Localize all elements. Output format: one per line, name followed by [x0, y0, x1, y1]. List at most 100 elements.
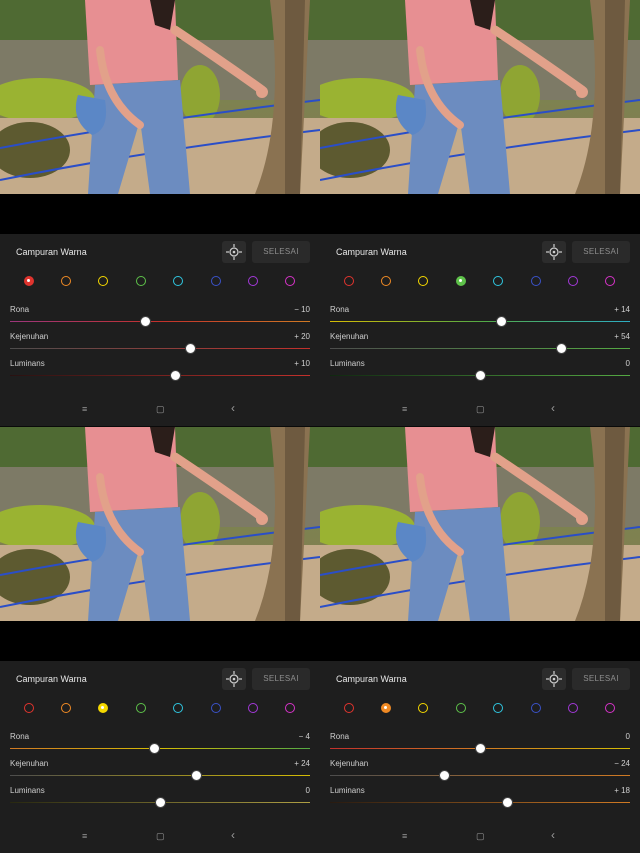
slider-label-0: Rona	[330, 305, 350, 314]
menu-nav-icon[interactable]: ≡	[402, 831, 407, 841]
slider-value-1: − 24	[614, 759, 630, 768]
target-adjust-button[interactable]	[542, 241, 566, 263]
color-swatch-orange[interactable]	[381, 703, 391, 713]
color-swatch-green[interactable]	[136, 276, 146, 286]
slider-track-0[interactable]	[330, 321, 630, 322]
color-swatch-blue[interactable]	[211, 276, 221, 286]
slider-track-2[interactable]	[330, 802, 630, 803]
color-swatch-orange[interactable]	[381, 276, 391, 286]
slider-thumb-2[interactable]	[474, 370, 486, 381]
slider-track-2[interactable]	[10, 375, 310, 376]
color-swatch-yellow[interactable]	[418, 703, 428, 713]
color-swatch-red[interactable]	[344, 703, 354, 713]
photo-letterbox	[0, 621, 320, 661]
photo-image	[0, 0, 320, 194]
slider-thumb-1[interactable]	[190, 770, 202, 781]
menu-nav-icon[interactable]: ≡	[82, 404, 87, 414]
color-swatch-red[interactable]	[24, 276, 34, 286]
home-nav-icon[interactable]: ▢	[476, 404, 485, 415]
color-swatch-magenta[interactable]	[285, 703, 295, 713]
target-icon	[546, 671, 562, 687]
slider-label-1: Kejenuhan	[330, 332, 369, 341]
color-swatch-aqua[interactable]	[493, 703, 503, 713]
done-button[interactable]: SELESAI	[252, 668, 310, 690]
done-button[interactable]: SELESAI	[572, 668, 630, 690]
color-mix-panel: Campuran Warna SELESAI Rona + 14 Kejenuha…	[320, 234, 640, 398]
slider-track-1[interactable]	[10, 348, 310, 349]
target-icon	[226, 244, 242, 260]
slider-track-0[interactable]	[10, 321, 310, 322]
slider-track-1[interactable]	[10, 775, 310, 776]
color-swatch-aqua[interactable]	[173, 703, 183, 713]
color-swatch-purple[interactable]	[568, 276, 578, 286]
target-icon	[546, 244, 562, 260]
target-adjust-button[interactable]	[222, 668, 246, 690]
done-button[interactable]: SELESAI	[252, 241, 310, 263]
slider-thumb-2[interactable]	[154, 797, 166, 808]
color-swatch-green[interactable]	[456, 276, 466, 286]
back-nav-icon[interactable]: ‹	[231, 828, 235, 842]
slider-thumb-0[interactable]	[474, 743, 486, 754]
slider-label-1: Kejenuhan	[10, 759, 49, 768]
slider-value-0: − 10	[294, 305, 310, 314]
slider-thumb-1[interactable]	[438, 770, 450, 781]
slider-value-2: + 18	[614, 786, 630, 795]
slider-track-0[interactable]	[10, 748, 310, 749]
slider-value-2: 0	[625, 359, 630, 368]
target-adjust-button[interactable]	[222, 241, 246, 263]
home-nav-icon[interactable]: ▢	[156, 831, 165, 842]
color-swatch-blue[interactable]	[531, 703, 541, 713]
color-swatch-yellow[interactable]	[98, 276, 108, 286]
color-swatch-blue[interactable]	[531, 276, 541, 286]
color-swatch-magenta[interactable]	[605, 276, 615, 286]
color-swatch-yellow[interactable]	[418, 276, 428, 286]
slider-label-1: Kejenuhan	[330, 759, 369, 768]
color-swatch-purple[interactable]	[568, 703, 578, 713]
slider-thumb-1[interactable]	[184, 343, 196, 354]
slider-label-1: Kejenuhan	[10, 332, 49, 341]
slider-label-2: Luminans	[330, 786, 365, 795]
color-mix-panel: Campuran Warna SELESAI Rona − 10 Kejenuha…	[0, 234, 320, 398]
color-swatch-aqua[interactable]	[493, 276, 503, 286]
color-swatch-purple[interactable]	[248, 276, 258, 286]
back-nav-icon[interactable]: ‹	[551, 401, 555, 415]
photo-preview	[0, 427, 320, 621]
slider-track-1[interactable]	[330, 348, 630, 349]
editor-screen: Campuran Warna SELESAI Rona 0 Kejenuhan −…	[320, 427, 640, 853]
color-swatch-aqua[interactable]	[173, 276, 183, 286]
slider-thumb-0[interactable]	[495, 316, 507, 327]
slider-thumb-0[interactable]	[139, 316, 151, 327]
color-swatch-blue[interactable]	[211, 703, 221, 713]
home-nav-icon[interactable]: ▢	[476, 831, 485, 842]
done-button[interactable]: SELESAI	[572, 241, 630, 263]
menu-nav-icon[interactable]: ≡	[402, 404, 407, 414]
photo-letterbox	[0, 194, 320, 234]
editor-screen: Campuran Warna SELESAI Rona − 4 Kejenuhan…	[0, 427, 320, 853]
slider-thumb-0[interactable]	[148, 743, 160, 754]
color-swatch-green[interactable]	[456, 703, 466, 713]
panel-title: Campuran Warna	[336, 674, 407, 684]
slider-thumb-2[interactable]	[169, 370, 181, 381]
photo-image	[320, 0, 640, 194]
slider-track-1[interactable]	[330, 775, 630, 776]
target-adjust-button[interactable]	[542, 668, 566, 690]
slider-thumb-1[interactable]	[555, 343, 567, 354]
slider-value-2: 0	[305, 786, 310, 795]
color-swatch-yellow[interactable]	[98, 703, 108, 713]
color-swatch-magenta[interactable]	[605, 703, 615, 713]
slider-value-1: + 24	[294, 759, 310, 768]
color-swatch-magenta[interactable]	[285, 276, 295, 286]
slider-thumb-2[interactable]	[501, 797, 513, 808]
back-nav-icon[interactable]: ‹	[231, 401, 235, 415]
color-swatch-red[interactable]	[24, 703, 34, 713]
photo-image	[320, 427, 640, 621]
color-swatch-red[interactable]	[344, 276, 354, 286]
color-mix-panel: Campuran Warna SELESAI Rona 0 Kejenuhan −…	[320, 661, 640, 825]
home-nav-icon[interactable]: ▢	[156, 404, 165, 415]
color-swatch-orange[interactable]	[61, 276, 71, 286]
menu-nav-icon[interactable]: ≡	[82, 831, 87, 841]
color-swatch-green[interactable]	[136, 703, 146, 713]
color-swatch-purple[interactable]	[248, 703, 258, 713]
back-nav-icon[interactable]: ‹	[551, 828, 555, 842]
color-swatch-orange[interactable]	[61, 703, 71, 713]
